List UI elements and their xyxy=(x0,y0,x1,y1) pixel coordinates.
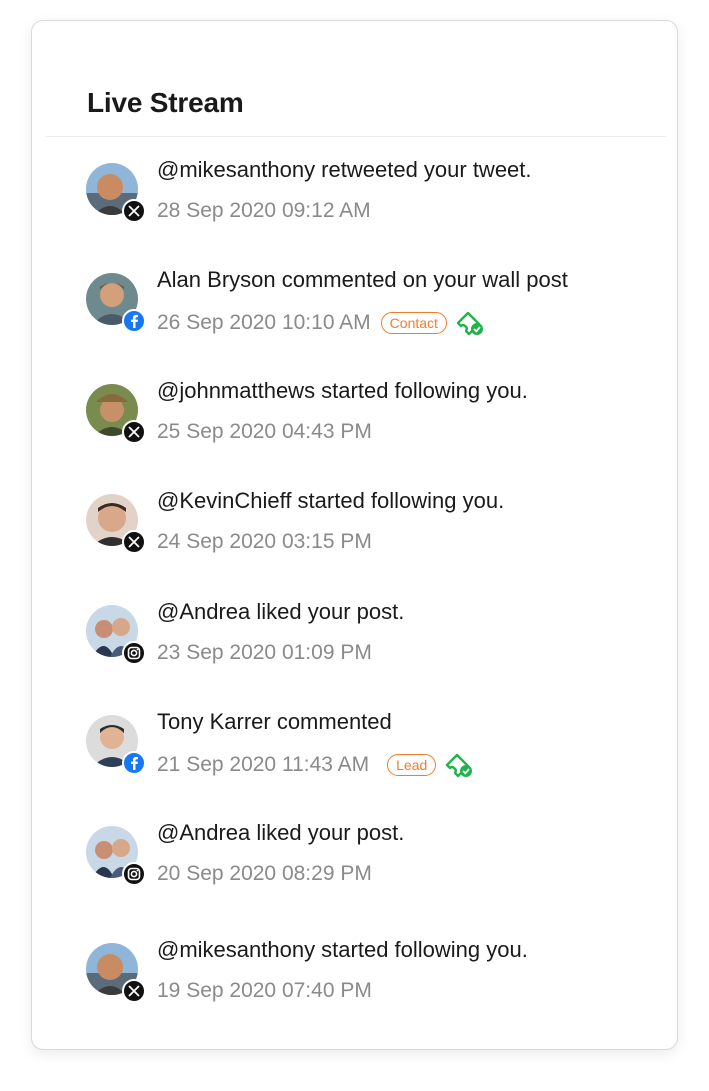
item-timestamp: 23 Sep 2020 01:09 PM xyxy=(157,641,372,664)
item-timestamp: 19 Sep 2020 07:40 PM xyxy=(157,979,372,1002)
stream-item[interactable]: @mikesanthony retweeted your tweet. 28 S… xyxy=(32,157,672,243)
item-message: Tony Karrer commented xyxy=(157,709,392,734)
facebook-icon xyxy=(122,309,146,333)
item-message: @johnmatthews started following you. xyxy=(157,378,528,403)
verified-ticket-icon xyxy=(455,309,485,337)
avatar[interactable] xyxy=(86,943,146,1003)
item-message: @Andrea liked your post. xyxy=(157,820,405,845)
item-timestamp: 26 Sep 2020 10:10 AM xyxy=(157,311,371,334)
verified-ticket-icon xyxy=(444,751,474,779)
live-stream-panel: Live Stream @mikesanthony retweeted your… xyxy=(31,20,678,1050)
stream-item[interactable]: Tony Karrer commented 21 Sep 2020 11:43 … xyxy=(32,709,672,795)
avatar[interactable] xyxy=(86,715,146,775)
x-icon xyxy=(122,199,146,223)
stream-item[interactable]: Alan Bryson commented on your wall post … xyxy=(32,267,672,353)
item-message: @Andrea liked your post. xyxy=(157,599,405,624)
instagram-icon xyxy=(122,862,146,886)
lead-tag[interactable]: Lead xyxy=(387,754,437,776)
item-message: @KevinChieff started following you. xyxy=(157,488,505,513)
item-timestamp: 24 Sep 2020 03:15 PM xyxy=(157,530,372,553)
avatar[interactable] xyxy=(86,605,146,665)
item-message: Alan Bryson commented on your wall post xyxy=(157,267,568,292)
item-timestamp: 21 Sep 2020 11:43 AM xyxy=(157,753,370,776)
divider xyxy=(46,136,666,137)
stream-item[interactable]: @johnmatthews started following you. 25 … xyxy=(32,378,672,464)
instagram-icon xyxy=(122,641,146,665)
facebook-icon xyxy=(122,751,146,775)
contact-tag[interactable]: Contact xyxy=(380,312,447,334)
x-icon xyxy=(122,979,146,1003)
avatar[interactable] xyxy=(86,163,146,223)
stream-item[interactable]: @Andrea liked your post. 20 Sep 2020 08:… xyxy=(32,820,672,906)
item-message: @mikesanthony started following you. xyxy=(157,937,528,962)
panel-title: Live Stream xyxy=(87,87,244,118)
stream-item[interactable]: @Andrea liked your post. 23 Sep 2020 01:… xyxy=(32,599,672,685)
item-timestamp: 28 Sep 2020 09:12 AM xyxy=(157,199,371,222)
x-icon xyxy=(122,420,146,444)
item-timestamp: 20 Sep 2020 08:29 PM xyxy=(157,862,372,885)
stream-item[interactable]: @mikesanthony started following you. 19 … xyxy=(32,937,672,1023)
item-message: @mikesanthony retweeted your tweet. xyxy=(157,157,532,182)
avatar[interactable] xyxy=(86,494,146,554)
stream-item[interactable]: @KevinChieff started following you. 24 S… xyxy=(32,488,672,574)
item-timestamp: 25 Sep 2020 04:43 PM xyxy=(157,420,372,443)
x-icon xyxy=(122,530,146,554)
avatar[interactable] xyxy=(86,273,146,333)
avatar[interactable] xyxy=(86,826,146,886)
avatar[interactable] xyxy=(86,384,146,444)
